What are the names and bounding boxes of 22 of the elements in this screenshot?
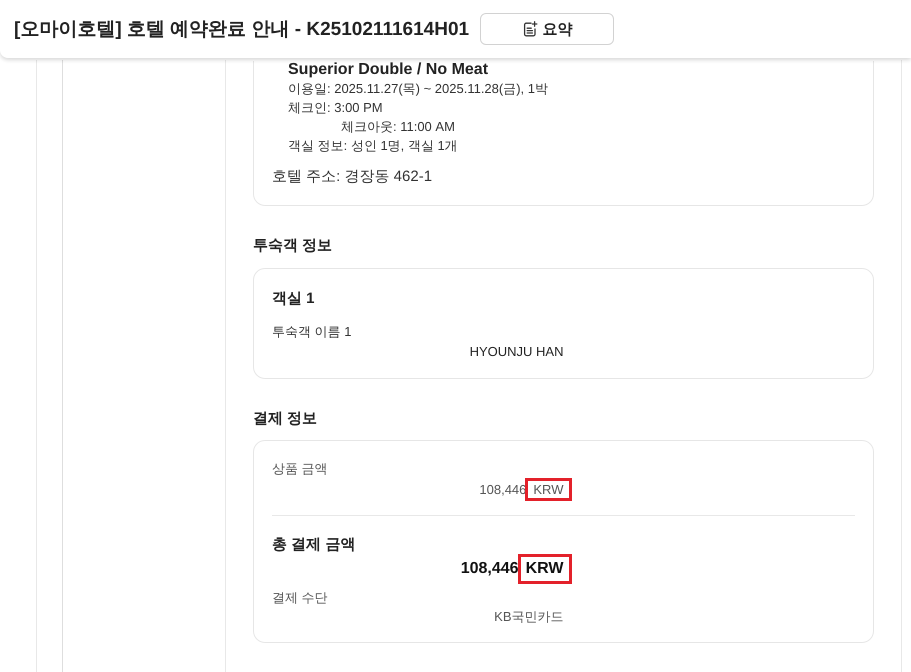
section-heading: 투숙객 정보 [253,236,334,256]
hotel-address-text: 호텔 주소: 경장동 462-1 [272,167,434,187]
field-label: 총 결제 금액 [272,536,356,554]
room-title: 객실 1 [272,289,316,309]
amount-text: 108,446 [479,481,526,498]
field-value: KB국민카드 [494,608,564,626]
booking-detail-text: 객실 정보: 성인 1명, 객실 1개 [288,137,459,155]
page-title: [오마이호텔] 호텔 예약완료 안내 - K25102111614H01 [14,18,470,42]
field-label: 상품 금액 [272,460,329,478]
summary-button[interactable]: 요약 [480,13,614,45]
amount-text: 108,446 [460,560,519,578]
section-heading: 결제 정보 [253,409,318,429]
booking-detail-text: 체크아웃: 11:00 AM [341,118,456,136]
room-name-text: Superior Double / No Meat [288,61,490,79]
booking-detail-text: 체크인: 3:00 PM [288,99,384,117]
field-label: 결제 수단 [272,589,329,607]
document-sparkle-icon [522,21,538,37]
field-value: HYOUNJU HAN [470,343,564,361]
currency-text: KRW [525,478,572,501]
booking-detail-text: 이용일: 2025.11.27(목) ~ 2025.11.28(금), 1박 [288,80,550,98]
field-label: 투숙객 이름 1 [272,323,352,341]
currency-text: KRW [518,554,572,584]
